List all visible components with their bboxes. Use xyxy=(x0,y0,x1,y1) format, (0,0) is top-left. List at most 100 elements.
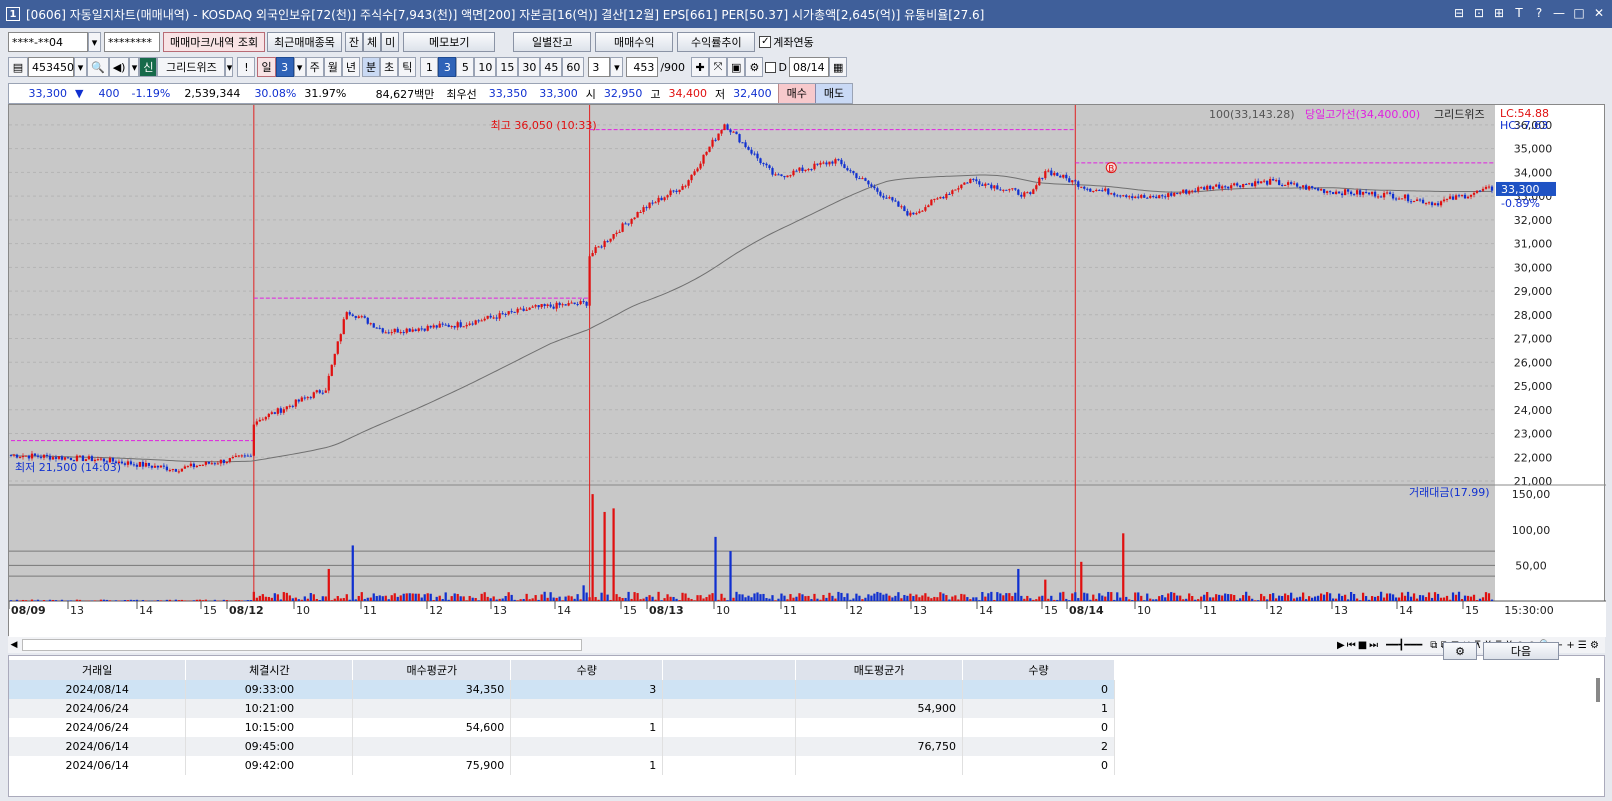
unfilled-button[interactable]: 미 xyxy=(381,32,400,52)
volume-bar xyxy=(1101,595,1104,601)
chevron-down-icon[interactable]: ▾ xyxy=(225,57,234,77)
profit-trend-button[interactable]: 수익률추이 xyxy=(677,32,756,52)
next-button[interactable]: 다음 xyxy=(1483,642,1559,660)
close-icon[interactable]: ✕ xyxy=(1592,5,1606,21)
count-select[interactable]: 3 xyxy=(588,57,611,77)
interval-1[interactable]: 1 xyxy=(420,57,439,77)
maximize-icon[interactable]: □ xyxy=(1572,5,1586,21)
recent-trades-button[interactable]: 최근매매종목 xyxy=(267,32,342,52)
buy-button[interactable]: 매수 xyxy=(777,84,815,103)
expand-icon[interactable]: ⊞ xyxy=(1492,5,1506,21)
minute-button[interactable]: 분 xyxy=(361,57,381,77)
table-row[interactable]: 2024/06/14 09:42:00 75,900 1 0 xyxy=(9,756,1115,775)
table-row[interactable]: 2024/06/24 10:21:00 54,900 1 xyxy=(9,699,1115,718)
candle-body xyxy=(1056,172,1059,176)
candle-body xyxy=(588,256,591,306)
daily-balance-button[interactable]: 일별잔고 xyxy=(513,32,592,52)
interval-10[interactable]: 10 xyxy=(474,57,497,77)
interval-30[interactable]: 30 xyxy=(518,57,541,77)
date-input[interactable]: 08/14 xyxy=(788,57,829,77)
volume-bar xyxy=(684,593,687,601)
password-field[interactable]: ******** xyxy=(104,32,160,52)
chart-area[interactable]: 36,000 35,000 34,000 33,000 32,000 31,000 30,0… xyxy=(8,104,1606,637)
interval-45[interactable]: 45 xyxy=(540,57,563,77)
scroll-thumb[interactable] xyxy=(22,639,582,651)
crosshair-icon[interactable]: ✚ xyxy=(691,57,710,77)
chevron-down-icon[interactable]: ▾ xyxy=(129,57,140,77)
chevron-down-icon[interactable]: ▾ xyxy=(88,32,101,52)
panel-icon[interactable]: ▤ xyxy=(8,57,28,77)
check-icon[interactable]: ✓ xyxy=(759,36,772,48)
marks-query-button[interactable]: 매매마크/내역 조회 xyxy=(163,32,266,52)
executed-button[interactable]: 체 xyxy=(363,32,382,52)
account-link-checkbox[interactable]: ✓ 계좌연동 xyxy=(759,34,814,50)
volume-bar xyxy=(1373,596,1377,601)
memo-button[interactable]: 메모보기 xyxy=(403,32,496,52)
candle-body xyxy=(336,341,339,354)
price-tick-label: 35,000 xyxy=(1514,143,1553,156)
year-button[interactable]: 년 xyxy=(341,57,360,77)
candle-body xyxy=(1113,193,1116,196)
account-select[interactable]: ****-**04 xyxy=(8,32,88,52)
volume-bar xyxy=(903,594,906,601)
volume-bar xyxy=(1361,592,1365,601)
balance-button[interactable]: 잔 xyxy=(344,32,364,52)
zoom-slider-icon[interactable]: ━━┫━━━ xyxy=(1386,640,1422,651)
font-icon[interactable]: T xyxy=(1512,5,1526,21)
volume-bar xyxy=(507,592,510,601)
volume-bar xyxy=(354,599,357,601)
candle-body xyxy=(429,325,432,328)
interval-5[interactable]: 5 xyxy=(456,57,475,77)
trade-profit-button[interactable]: 매매수익 xyxy=(595,32,674,52)
stop-icon[interactable]: ■ xyxy=(1358,640,1367,651)
interval-60[interactable]: 60 xyxy=(562,57,585,77)
copy-window-icon[interactable]: ⊡ xyxy=(1472,5,1486,21)
chevron-down-icon[interactable]: ▾ xyxy=(610,57,624,77)
volume-bar xyxy=(1487,593,1491,601)
chevron-down-icon[interactable]: ▾ xyxy=(293,57,306,77)
tick-button[interactable]: 틱 xyxy=(398,57,417,77)
candle-body xyxy=(669,190,672,196)
grid-wizard-select[interactable]: 그리드위즈 xyxy=(157,57,226,77)
price-chart[interactable]: 36,00035,00034,00033,00032,00031,00030,0… xyxy=(8,105,1606,637)
interval-3[interactable]: 3 xyxy=(438,57,457,77)
next-frame-icon[interactable]: ⏭ xyxy=(1369,640,1378,651)
date-checkbox[interactable] xyxy=(765,61,777,73)
alert-button[interactable]: ! xyxy=(237,57,256,77)
table-row[interactable]: 2024/06/14 09:45:00 76,750 2 xyxy=(9,737,1115,756)
candle-body xyxy=(840,159,843,165)
gear-icon[interactable]: ⚙ xyxy=(1443,642,1477,660)
day-button[interactable]: 일 xyxy=(257,57,276,77)
search-icon[interactable]: 🔍 xyxy=(87,57,109,77)
sell-button[interactable]: 매도 xyxy=(814,84,853,103)
volume-bar xyxy=(195,599,198,601)
count-input[interactable]: 453 xyxy=(626,57,659,77)
next-icon[interactable]: ▶ xyxy=(1337,640,1345,651)
help-icon[interactable]: ? xyxy=(1532,5,1546,21)
prev-frame-icon[interactable]: ⏮ xyxy=(1347,640,1356,651)
save-icon[interactable]: ▣ xyxy=(727,57,746,77)
interval-15[interactable]: 15 xyxy=(496,57,519,77)
volume-bar xyxy=(336,596,339,601)
speaker-icon[interactable]: ◀) xyxy=(108,57,130,77)
scroll-left-icon[interactable]: ◀ xyxy=(8,638,20,652)
candle-body xyxy=(285,406,288,410)
week-button[interactable]: 주 xyxy=(305,57,324,77)
layout-icon[interactable]: ⊟ xyxy=(1452,5,1466,21)
table-row[interactable]: 2024/06/24 10:15:00 54,600 1 0 xyxy=(9,718,1115,737)
day-count[interactable]: 3 xyxy=(275,57,294,77)
volume-bar xyxy=(369,597,372,601)
calendar-icon[interactable]: ▦ xyxy=(828,57,848,77)
gear-icon[interactable]: ⚙ xyxy=(745,57,764,77)
chevron-down-icon[interactable]: ▾ xyxy=(74,57,87,77)
tool-icon[interactable]: ⤧ xyxy=(709,57,728,77)
table-row[interactable]: 2024/08/14 09:33:00 34,350 3 0 xyxy=(9,680,1115,699)
candle-body xyxy=(54,457,58,459)
month-button[interactable]: 월 xyxy=(323,57,342,77)
second-button[interactable]: 초 xyxy=(380,57,399,77)
table-scrollbar[interactable] xyxy=(1596,678,1600,702)
volume-bar xyxy=(333,598,336,601)
minimize-icon[interactable]: — xyxy=(1552,5,1566,21)
volume-bar xyxy=(1436,593,1440,601)
stock-code-input[interactable]: 453450 xyxy=(28,57,74,77)
